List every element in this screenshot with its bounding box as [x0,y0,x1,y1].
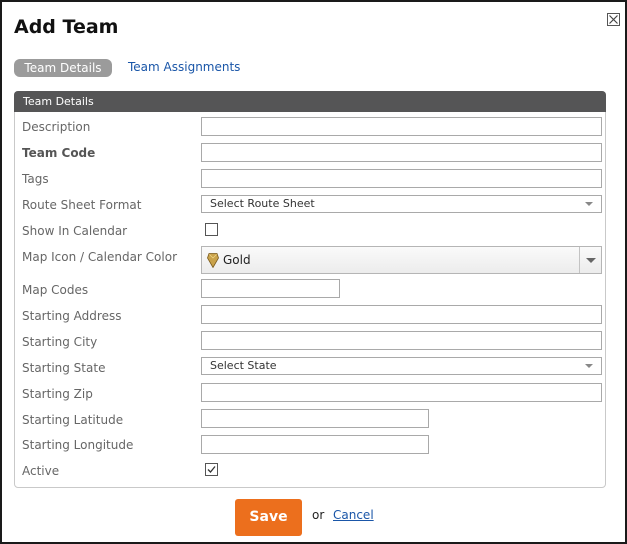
cancel-link[interactable]: Cancel [333,508,374,522]
description-label: Description [22,120,91,134]
route-sheet-format-value: Select Route Sheet [210,197,315,210]
gold-gem-icon [207,253,219,272]
team-code-input[interactable] [201,143,602,162]
tags-label: Tags [22,172,49,186]
map-icon-color-label: Map Icon / Calendar Color [22,250,177,264]
show-in-calendar-label: Show In Calendar [22,224,128,238]
team-code-label: Team Code [22,146,96,160]
starting-city-input[interactable] [201,331,602,350]
or-text: or [312,508,325,522]
starting-latitude-input[interactable] [201,409,429,428]
starting-state-select[interactable]: Select State [201,357,602,375]
chevron-down-icon [586,258,596,263]
starting-address-input[interactable] [201,305,602,324]
dialog-title: Add Team [14,16,119,38]
description-input[interactable] [201,117,602,136]
close-icon[interactable] [607,13,620,26]
route-sheet-format-select[interactable]: Select Route Sheet [201,195,602,213]
starting-zip-input[interactable] [201,383,602,402]
starting-latitude-label: Starting Latitude [22,413,124,427]
chevron-down-icon [585,202,593,206]
active-checkbox[interactable] [205,463,218,476]
starting-longitude-input[interactable] [201,435,429,454]
starting-zip-label: Starting Zip [22,387,93,401]
chevron-down-icon [585,364,593,368]
starting-state-label: Starting State [22,361,106,375]
tab-team-assignments[interactable]: Team Assignments [128,60,240,74]
tags-input[interactable] [201,169,602,188]
starting-address-label: Starting Address [22,309,122,323]
route-sheet-format-label: Route Sheet Format [22,198,142,212]
starting-city-label: Starting City [22,335,98,349]
show-in-calendar-checkbox[interactable] [205,223,218,236]
checkmark-icon [207,466,216,473]
map-icon-color-select[interactable]: Gold [201,246,602,274]
starting-state-value: Select State [210,359,277,372]
panel-header: Team Details [14,91,606,112]
active-label: Active [22,464,60,478]
add-team-dialog: Add Team Team Details Team Assignments T… [0,0,627,544]
map-codes-label: Map Codes [22,283,89,297]
map-codes-input[interactable] [201,279,340,298]
save-button[interactable]: Save [235,499,302,536]
dropdown-arrow[interactable] [579,247,601,273]
map-icon-color-value: Gold [223,253,251,267]
starting-longitude-label: Starting Longitude [22,438,134,452]
tab-team-details[interactable]: Team Details [14,59,112,77]
